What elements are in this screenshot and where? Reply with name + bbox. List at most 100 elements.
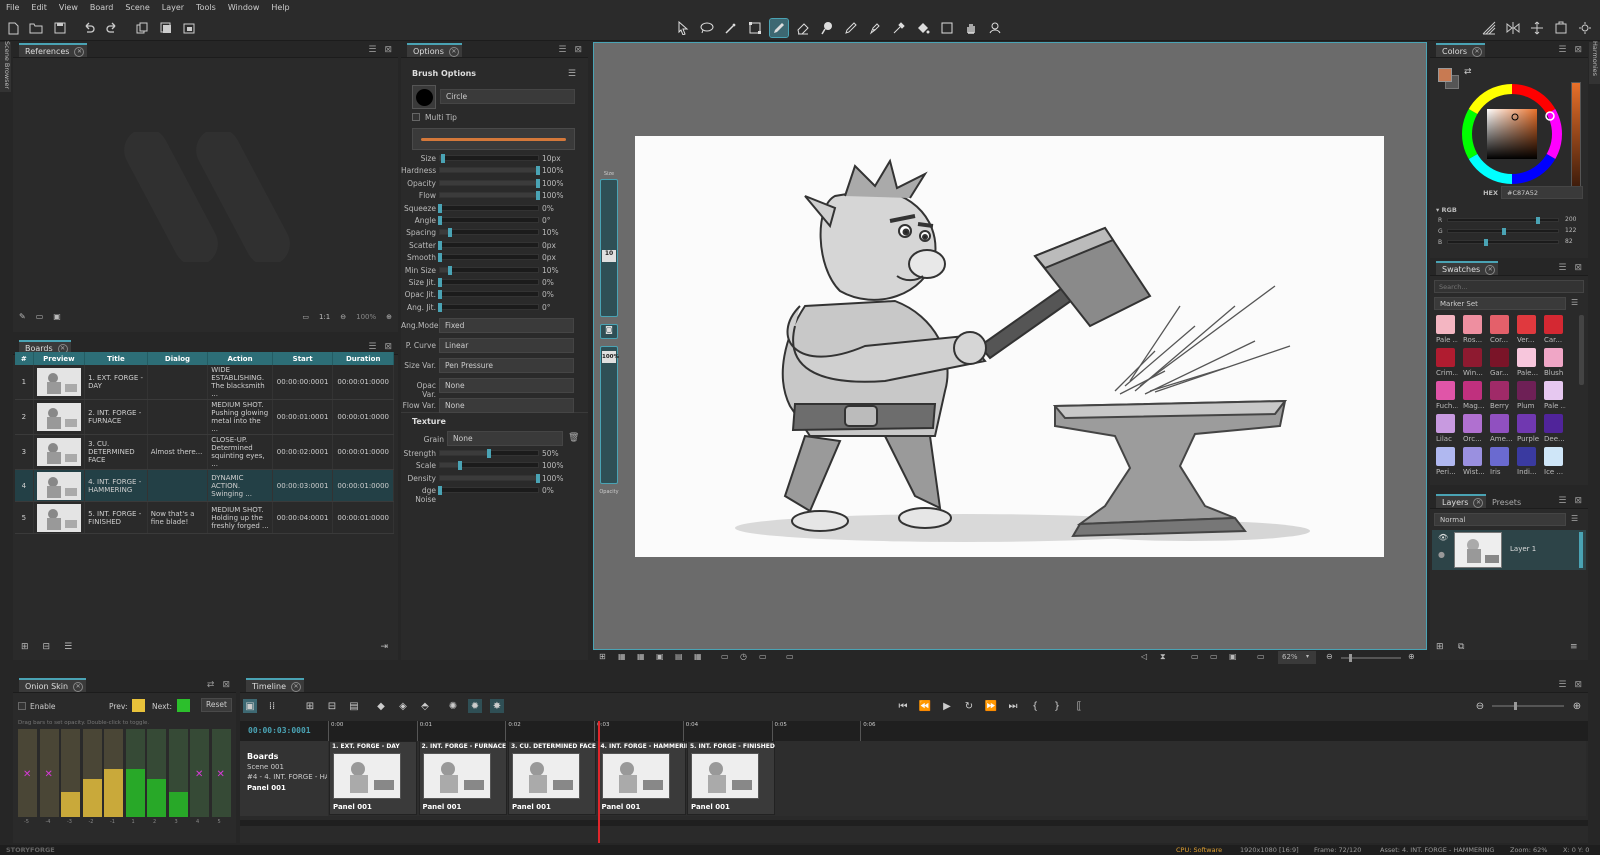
undo-icon[interactable] [80, 19, 98, 37]
value-slider[interactable] [1571, 82, 1581, 190]
close-panel-icon[interactable]: ⊠ [384, 342, 392, 352]
panel-menu-icon[interactable]: ☰ [1558, 263, 1566, 273]
light-up-icon[interactable]: ✸ [490, 699, 504, 713]
board-thumbnail[interactable] [36, 471, 81, 500]
tab-options[interactable]: Options ✕ [407, 43, 462, 57]
panel-menu-icon[interactable]: ☰ [368, 342, 376, 352]
close-icon[interactable]: ✕ [74, 47, 85, 57]
save-icon[interactable] [51, 19, 69, 37]
panel-menu-icon[interactable]: ⇄ [207, 680, 215, 690]
brush-shape-select[interactable]: Circle [440, 89, 575, 104]
brush-tool-icon[interactable] [769, 18, 789, 38]
zoom-in-icon[interactable]: ⊕ [1408, 652, 1415, 661]
color-swatch[interactable] [1517, 348, 1536, 367]
dropdown-select[interactable]: Pen Pressure [439, 358, 574, 373]
brush-slider[interactable] [439, 228, 539, 238]
column-header[interactable]: Start [272, 352, 334, 365]
color-swatch[interactable] [1544, 414, 1563, 433]
texture-slider[interactable] [439, 449, 539, 458]
onion-bar[interactable] [104, 729, 123, 817]
field-guide-icon[interactable]: ▤ [675, 652, 683, 661]
swatch-search-input[interactable] [1434, 280, 1584, 293]
tab-swatches[interactable]: Swatches ✕ [1436, 261, 1499, 275]
foreground-color-swatch[interactable] [1438, 68, 1452, 82]
menu-tools[interactable]: Tools [190, 3, 222, 12]
texture-slider[interactable] [439, 473, 540, 483]
color-swatch[interactable] [1436, 414, 1455, 433]
board-thumbnail[interactable] [36, 438, 81, 466]
menu-file[interactable]: File [0, 3, 25, 12]
color-swatch[interactable] [1544, 447, 1563, 466]
reset-button[interactable]: Reset [201, 698, 232, 712]
harmonies-side-tab[interactable]: Harmonies [1589, 41, 1600, 84]
camera-left-icon[interactable]: ▭ [1191, 652, 1199, 661]
close-icon[interactable]: ✕ [448, 47, 459, 57]
board-list-icon[interactable]: ☰ [64, 642, 72, 652]
insert-panel-icon[interactable]: ⊟ [325, 699, 339, 713]
lasso-icon[interactable] [698, 19, 716, 37]
close-panel-icon[interactable]: ⊠ [384, 45, 392, 55]
previous-frame-icon[interactable]: ⏪ [918, 699, 932, 713]
prev-color-swatch[interactable] [132, 699, 145, 712]
brush-slider[interactable] [439, 154, 539, 163]
brush-slider[interactable] [439, 265, 539, 275]
fit-view-icon[interactable]: ▭ [302, 313, 309, 321]
remove-scene-icon[interactable]: ◈ [396, 699, 410, 713]
trash-icon[interactable]: 🗑 [568, 433, 579, 443]
board-thumbnail[interactable] [36, 503, 81, 532]
table-row[interactable]: 3 3. CU. DETERMINED FACE Almost there... CL… [15, 434, 394, 470]
close-icon[interactable]: ✕ [291, 682, 302, 692]
new-file-icon[interactable] [4, 19, 22, 37]
brush-slider[interactable] [438, 240, 539, 250]
skip-to-start-icon[interactable]: ⏮ [896, 699, 910, 713]
insert-board-icon[interactable]: ⊟ [43, 642, 51, 652]
texture-slider[interactable] [439, 461, 539, 471]
swatch-set-select[interactable]: Marker Set [1434, 297, 1566, 310]
color-swatch[interactable] [1517, 414, 1536, 433]
blob-brush-icon[interactable] [818, 19, 836, 37]
panel-menu-icon[interactable]: ☰ [558, 45, 566, 55]
swatch-menu-icon[interactable]: ☰ [1571, 298, 1578, 307]
open-folder-icon[interactable] [27, 19, 45, 37]
blend-mode-select[interactable]: Normal [1434, 513, 1566, 526]
flip-canvas-icon[interactable]: ◁ [1141, 652, 1147, 661]
paste-icon[interactable] [180, 19, 198, 37]
layer-menu-icon[interactable]: ☰ [1571, 514, 1578, 523]
layer-group-icon[interactable]: ⧉ [1458, 642, 1464, 652]
folder-ref-icon[interactable]: ▭ [36, 312, 44, 321]
table-row[interactable]: 2 2. INT. FORGE - FURNACE MEDIUM SHOT. Pus… [15, 399, 394, 435]
panel-menu-icon[interactable]: ☰ [1558, 45, 1566, 55]
out-point-icon[interactable]: } [1050, 699, 1064, 713]
onion-bar[interactable] [82, 729, 102, 817]
close-panel-icon[interactable]: ⊠ [1574, 263, 1582, 273]
character-icon[interactable] [986, 19, 1004, 37]
brush-slider[interactable] [439, 166, 540, 176]
color-swatch[interactable] [1463, 447, 1482, 466]
frame-icon[interactable]: ▭ [721, 652, 729, 661]
color-swatch[interactable] [1517, 447, 1536, 466]
color-swatch[interactable] [1436, 348, 1455, 367]
onion-bar[interactable] [147, 729, 166, 817]
canvas-zoom-select[interactable]: 62% [1278, 651, 1316, 664]
canvas-toggle-icon[interactable]: ◙ [600, 324, 618, 339]
close-icon[interactable]: ✕ [1473, 498, 1484, 508]
timeline-clip[interactable]: 4. INT. FORGE - HAMMERING Panel 001 [597, 741, 696, 815]
zoom-out-icon[interactable]: ⊖ [340, 313, 346, 321]
timeline-scrollbar[interactable] [240, 820, 1588, 826]
export-boards-icon[interactable]: ⇥ [380, 642, 388, 652]
hex-input[interactable]: #C87A52 [1501, 186, 1583, 199]
grain-select[interactable]: None [447, 431, 563, 446]
brush-slider[interactable] [439, 191, 540, 201]
timeline-clip[interactable]: 3. CU. DETERMINED FACE Panel 001 [508, 741, 596, 815]
tab-timeline[interactable]: Timeline ✕ [246, 678, 305, 692]
close-panel-icon[interactable]: ⊠ [574, 45, 582, 55]
panel-list-icon[interactable]: ▤ [347, 699, 361, 713]
brush-menu-icon[interactable]: ☰ [568, 69, 576, 79]
swatch-scrollbar[interactable] [1579, 315, 1584, 385]
table-row[interactable]: 1 1. EXT. FORGE - DAY WIDE ESTABLISHING. T… [15, 365, 394, 400]
tab-onion-skin[interactable]: Onion Skin ✕ [19, 678, 87, 692]
layer-stack-icon[interactable]: ≡ [1570, 642, 1578, 652]
column-header[interactable]: Title [84, 352, 148, 365]
onion-bar[interactable] [125, 729, 145, 817]
smudge-icon[interactable] [722, 19, 740, 37]
